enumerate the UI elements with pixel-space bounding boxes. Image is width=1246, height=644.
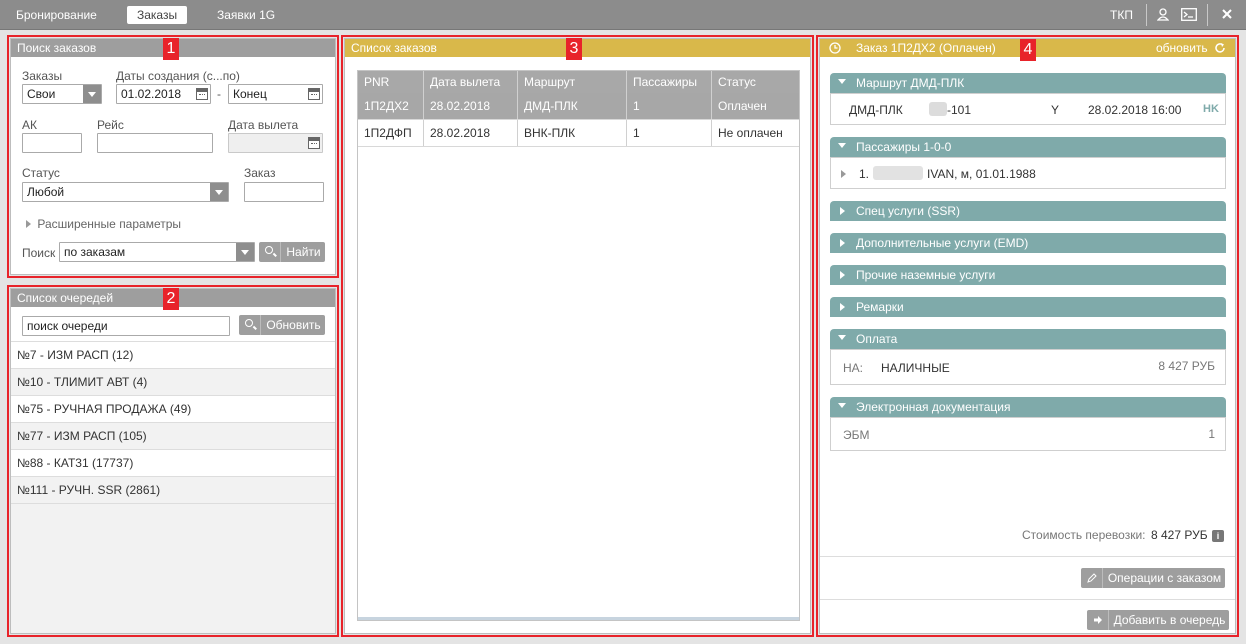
tab-orders[interactable]: Заказы: [127, 6, 188, 24]
col-depdate[interactable]: Дата вылета: [424, 71, 518, 93]
orders-table-header: PNR Дата вылета Маршрут Пассажиры Статус: [358, 71, 799, 93]
table-row[interactable]: 1П2ДФП 28.02.2018 ВНК-ПЛК 1 Не оплачен: [358, 120, 799, 147]
queue-item[interactable]: №7 - ИЗМ РАСП (12): [11, 342, 335, 369]
route-body: ДМД-ПЛК -101 Y 28.02.2018 16:00 HK: [830, 93, 1226, 125]
add-to-queue-button[interactable]: Добавить в очередь: [1087, 610, 1229, 630]
queue-panel: Список очередей поиск очереди Обновить №…: [10, 288, 336, 634]
passengers-section[interactable]: Пассажиры 1-0-0: [830, 137, 1226, 157]
orders-panel: Список заказов PNR Дата вылета Маршрут П…: [344, 38, 811, 634]
search-icon: [245, 319, 253, 327]
cost-label: Стоимость перевозки:: [1022, 528, 1146, 542]
calendar-icon: [308, 137, 320, 149]
chevron-down-icon: [838, 403, 846, 408]
find-button[interactable]: Найти: [259, 242, 325, 262]
chevron-down-icon[interactable]: [236, 243, 254, 261]
payment-section[interactable]: Оплата: [830, 329, 1226, 349]
emd-section[interactable]: Дополнительные услуги (EMD): [830, 233, 1226, 253]
queue-item[interactable]: №75 - РУЧНАЯ ПРОДАЖА (49): [11, 396, 335, 423]
status-badge: HK: [1203, 103, 1219, 115]
refresh-icon[interactable]: [1214, 42, 1226, 54]
chevron-right-icon: [840, 271, 845, 279]
depdate-label: Дата вылета: [228, 118, 299, 132]
flight-label: Рейс: [97, 118, 124, 132]
cost-value: 8 427 РУБ: [1151, 528, 1208, 542]
chevron-down-icon: [838, 335, 846, 340]
table-row[interactable]: 1П2ДХ2 28.02.2018 ДМД-ПЛК 1 Оплачен: [358, 93, 799, 120]
queue-item[interactable]: №111 - РУЧН. SSR (2861): [11, 477, 335, 504]
tab-booking[interactable]: Бронирование: [16, 6, 97, 24]
marker-4: 4: [1020, 39, 1036, 61]
marker-3: 3: [566, 38, 582, 60]
tab-requests-1g[interactable]: Заявки 1G: [217, 6, 275, 24]
passengers-body: 1. IVAN, м, 01.01.1988: [830, 157, 1226, 189]
depdate-input: [228, 133, 323, 153]
queue-item[interactable]: №10 - ТЛИМИТ АВТ (4): [11, 369, 335, 396]
order-operations-button[interactable]: Операции с заказом: [1081, 568, 1225, 588]
clock-icon: [829, 42, 841, 54]
queue-search-input[interactable]: поиск очереди: [22, 316, 230, 336]
chevron-right-icon: [840, 239, 845, 247]
search-icon: [265, 246, 273, 254]
chevron-right-icon: [26, 220, 31, 228]
marker-1: 1: [163, 38, 179, 60]
close-icon[interactable]: [1222, 9, 1232, 19]
search-panel: Поиск заказов Заказы Свои Даты создания …: [10, 38, 336, 275]
chevron-right-icon: [840, 303, 845, 311]
orders-label: Заказы: [22, 69, 63, 83]
user-icon[interactable]: [1157, 8, 1169, 21]
calendar-icon[interactable]: [196, 88, 208, 100]
search-type-label: Поиск: [22, 246, 56, 260]
queue-item[interactable]: №77 - ИЗМ РАСП (105): [11, 423, 335, 450]
redacted-block: [929, 102, 947, 116]
chevron-down-icon: [838, 143, 846, 148]
col-route[interactable]: Маршрут: [518, 71, 627, 93]
detail-panel: Заказ 1П2ДХ2 (Оплачен) обновить 4 Маршру…: [819, 38, 1236, 634]
calendar-icon[interactable]: [308, 88, 320, 100]
marker-2: 2: [163, 288, 179, 310]
arrow-right-icon: [1087, 610, 1109, 630]
edoc-body: ЭБМ 1: [830, 417, 1226, 451]
chevron-down-icon[interactable]: [210, 183, 228, 201]
refresh-link[interactable]: обновить: [1156, 39, 1208, 57]
refresh-queues-button[interactable]: Обновить: [239, 315, 325, 335]
orders-select[interactable]: Свои: [22, 84, 102, 104]
payment-body: НА: НАЛИЧНЫЕ 8 427 РУБ: [830, 349, 1226, 385]
chevron-right-icon[interactable]: [841, 170, 846, 178]
flight-input[interactable]: [97, 133, 213, 153]
remarks-section[interactable]: Ремарки: [830, 297, 1226, 317]
date-to-input[interactable]: Конец: [228, 84, 323, 104]
col-status[interactable]: Статус: [712, 71, 801, 93]
date-from-input[interactable]: 01.02.2018: [116, 84, 211, 104]
terminal-icon[interactable]: [1181, 8, 1197, 21]
ak-label: АК: [22, 118, 37, 132]
ak-input[interactable]: [22, 133, 82, 153]
redacted-block: [873, 166, 923, 180]
chevron-down-icon[interactable]: [83, 85, 101, 103]
top-bar: Бронирование Заказы Заявки 1G ТКП: [0, 0, 1246, 30]
order-label: Заказ: [244, 166, 276, 180]
order-input[interactable]: [244, 182, 324, 202]
route-section[interactable]: Маршрут ДМД-ПЛК: [830, 73, 1226, 93]
search-type-select[interactable]: по заказам: [59, 242, 255, 262]
detail-title: Заказ 1П2ДХ2 (Оплачен): [856, 41, 996, 55]
user-name[interactable]: ТКП: [1110, 0, 1133, 30]
chevron-down-icon: [838, 79, 846, 84]
col-pnr[interactable]: PNR: [358, 71, 424, 93]
date-dash: -: [217, 87, 221, 101]
queue-item[interactable]: №88 - КАТ31 (17737): [11, 450, 335, 477]
status-select[interactable]: Любой: [22, 182, 229, 202]
ground-services-section[interactable]: Прочие наземные услуги: [830, 265, 1226, 285]
status-label: Статус: [22, 166, 60, 180]
chevron-right-icon: [840, 207, 845, 215]
orders-table: PNR Дата вылета Маршрут Пассажиры Статус…: [357, 70, 800, 621]
edoc-section[interactable]: Электронная документация: [830, 397, 1226, 417]
pencil-icon: [1081, 568, 1103, 588]
dates-label: Даты создания (с...по): [116, 69, 240, 83]
col-pax[interactable]: Пассажиры: [627, 71, 712, 93]
ssr-section[interactable]: Спец услуги (SSR): [830, 201, 1226, 221]
info-icon[interactable]: i: [1212, 530, 1224, 542]
advanced-toggle[interactable]: Расширенные параметры: [26, 217, 181, 231]
